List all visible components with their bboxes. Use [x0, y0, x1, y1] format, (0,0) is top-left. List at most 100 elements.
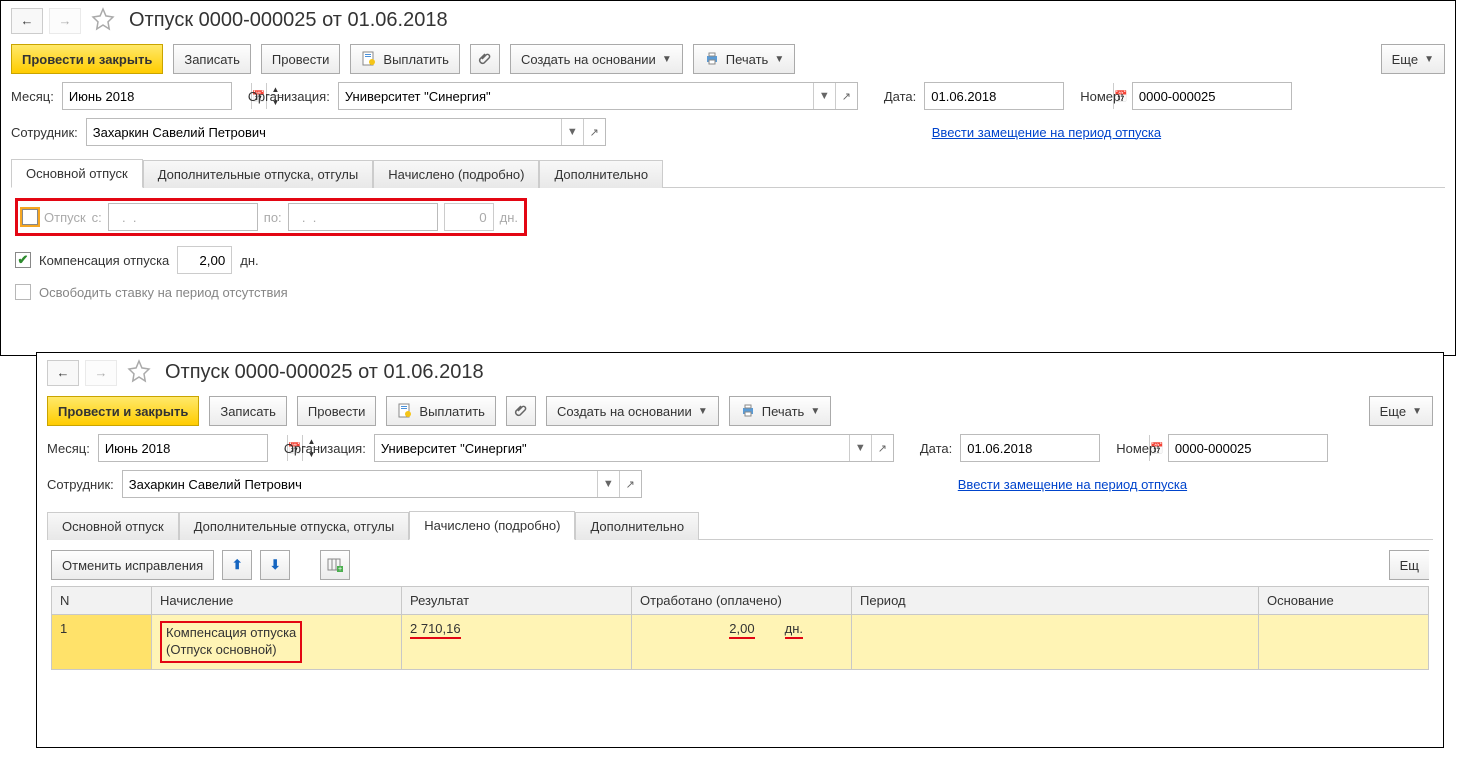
nav-back-button[interactable]: ← — [11, 8, 43, 34]
nav-back-button[interactable]: ← — [47, 360, 79, 386]
org-label: Организация: — [248, 89, 330, 104]
tab-main-vacation[interactable]: Основной отпуск — [11, 159, 143, 188]
tab-extra[interactable]: Дополнительно — [539, 160, 663, 188]
tabs: Основной отпуск Дополнительные отпуска, … — [47, 510, 1433, 540]
document-icon — [397, 403, 413, 419]
save-button[interactable]: Записать — [209, 396, 287, 426]
paperclip-icon — [477, 51, 493, 67]
pay-button[interactable]: Выплатить — [386, 396, 496, 426]
printer-icon — [740, 403, 756, 419]
favorite-star-icon[interactable] — [87, 7, 119, 34]
number-label: Номер: — [1116, 441, 1160, 456]
cell-result: 2 710,16 — [402, 615, 632, 670]
open-icon[interactable]: ↗ — [583, 119, 605, 145]
tab-additional[interactable]: Дополнительные отпуска, отгулы — [179, 512, 410, 540]
tab-main-vacation[interactable]: Основной отпуск — [47, 512, 179, 540]
chevron-down-icon[interactable]: ▼ — [813, 83, 835, 109]
tab-accrued[interactable]: Начислено (подробно) — [409, 511, 575, 540]
cell-worked: 2,00 дн. — [632, 615, 852, 670]
nav-forward-button[interactable]: → — [85, 360, 117, 386]
process-and-close-button[interactable]: Провести и закрыть — [11, 44, 163, 74]
chevron-down-icon: ▼ — [662, 54, 672, 65]
col-basis[interactable]: Основание — [1259, 587, 1429, 615]
date-label: Дата: — [884, 89, 916, 104]
print-button[interactable]: Печать▼ — [693, 44, 796, 74]
col-worked[interactable]: Отработано (оплачено) — [632, 587, 852, 615]
columns-config-button[interactable]: + — [320, 550, 350, 580]
chevron-down-icon: ▼ — [698, 406, 708, 417]
cell-basis — [1259, 615, 1429, 670]
open-icon[interactable]: ↗ — [835, 83, 857, 109]
employee-field[interactable]: ▼ ↗ — [86, 118, 606, 146]
more-button[interactable]: Еще▼ — [1369, 396, 1433, 426]
more-button[interactable]: Еще▼ — [1381, 44, 1445, 74]
substitute-link[interactable]: Ввести замещение на период отпуска — [932, 125, 1161, 140]
print-button[interactable]: Печать▼ — [729, 396, 832, 426]
open-icon[interactable]: ↗ — [619, 471, 641, 497]
nav-forward-button[interactable]: → — [49, 8, 81, 34]
favorite-star-icon[interactable] — [123, 359, 155, 386]
org-field[interactable]: ▼ ↗ — [374, 434, 894, 462]
move-up-button[interactable]: ⬆ — [222, 550, 252, 580]
svg-text:+: + — [338, 566, 342, 573]
document-icon — [361, 51, 377, 67]
release-rate-label: Освободить ставку на период отсутствия — [39, 285, 288, 300]
vacation-label: Отпуск — [44, 210, 86, 225]
date-field[interactable]: 📅 — [960, 434, 1100, 462]
employee-label: Сотрудник: — [47, 477, 114, 492]
arrow-down-icon: ⬇ — [270, 557, 281, 573]
date-label: Дата: — [920, 441, 952, 456]
month-field[interactable]: 📅 ▲▼ — [62, 82, 232, 110]
create-based-on-button[interactable]: Создать на основании▼ — [546, 396, 719, 426]
chevron-down-icon[interactable]: ▼ — [561, 119, 583, 145]
cell-n: 1 — [52, 615, 152, 670]
substitute-link[interactable]: Ввести замещение на период отпуска — [958, 477, 1187, 492]
month-field[interactable]: 📅 ▲▼ — [98, 434, 268, 462]
number-label: Номер: — [1080, 89, 1124, 104]
employee-field[interactable]: ▼ ↗ — [122, 470, 642, 498]
compensation-days-field[interactable] — [177, 246, 232, 274]
compensation-label: Компенсация отпуска — [39, 253, 169, 268]
org-field[interactable]: ▼ ↗ — [338, 82, 858, 110]
date-to-field[interactable]: 📅 — [288, 203, 438, 231]
save-button[interactable]: Записать — [173, 44, 251, 74]
col-n[interactable]: N — [52, 587, 152, 615]
col-period[interactable]: Период — [852, 587, 1259, 615]
attach-button[interactable] — [470, 44, 500, 74]
cell-period — [852, 615, 1259, 670]
tab-extra[interactable]: Дополнительно — [575, 512, 699, 540]
table-header-row: N Начисление Результат Отработано (оплач… — [52, 587, 1429, 615]
process-button[interactable]: Провести — [261, 44, 341, 74]
date-field[interactable]: 📅 — [924, 82, 1064, 110]
date-from-field[interactable]: 📅 — [108, 203, 258, 231]
chevron-down-icon[interactable]: ▼ — [849, 435, 871, 461]
process-button[interactable]: Провести — [297, 396, 377, 426]
tab-additional[interactable]: Дополнительные отпуска, отгулы — [143, 160, 374, 188]
chevron-down-icon[interactable]: ▼ — [597, 471, 619, 497]
cancel-corrections-button[interactable]: Отменить исправления — [51, 550, 214, 580]
accruals-table: N Начисление Результат Отработано (оплач… — [51, 586, 1429, 670]
attach-button[interactable] — [506, 396, 536, 426]
arrow-up-icon: ⬆ — [232, 557, 243, 573]
employee-label: Сотрудник: — [11, 125, 78, 140]
move-down-button[interactable]: ⬇ — [260, 550, 290, 580]
open-icon[interactable]: ↗ — [871, 435, 893, 461]
vacation-checkbox[interactable] — [22, 209, 38, 225]
col-accrual[interactable]: Начисление — [152, 587, 402, 615]
chevron-down-icon: ▼ — [1424, 54, 1434, 65]
org-label: Организация: — [284, 441, 366, 456]
tab-accrued[interactable]: Начислено (подробно) — [373, 160, 539, 188]
chevron-down-icon: ▼ — [1412, 406, 1422, 417]
table-row[interactable]: 1 Компенсация отпуска (Отпуск основной) … — [52, 615, 1429, 670]
release-rate-checkbox[interactable] — [15, 284, 31, 300]
number-field[interactable] — [1168, 434, 1328, 462]
pay-button[interactable]: Выплатить — [350, 44, 460, 74]
process-and-close-button[interactable]: Провести и закрыть — [47, 396, 199, 426]
days-field[interactable] — [444, 203, 494, 231]
more-button-cut[interactable]: Ещ — [1389, 550, 1429, 580]
chevron-down-icon: ▼ — [810, 406, 820, 417]
create-based-on-button[interactable]: Создать на основании▼ — [510, 44, 683, 74]
number-field[interactable] — [1132, 82, 1292, 110]
col-result[interactable]: Результат — [402, 587, 632, 615]
compensation-checkbox[interactable]: ✔ — [15, 252, 31, 268]
